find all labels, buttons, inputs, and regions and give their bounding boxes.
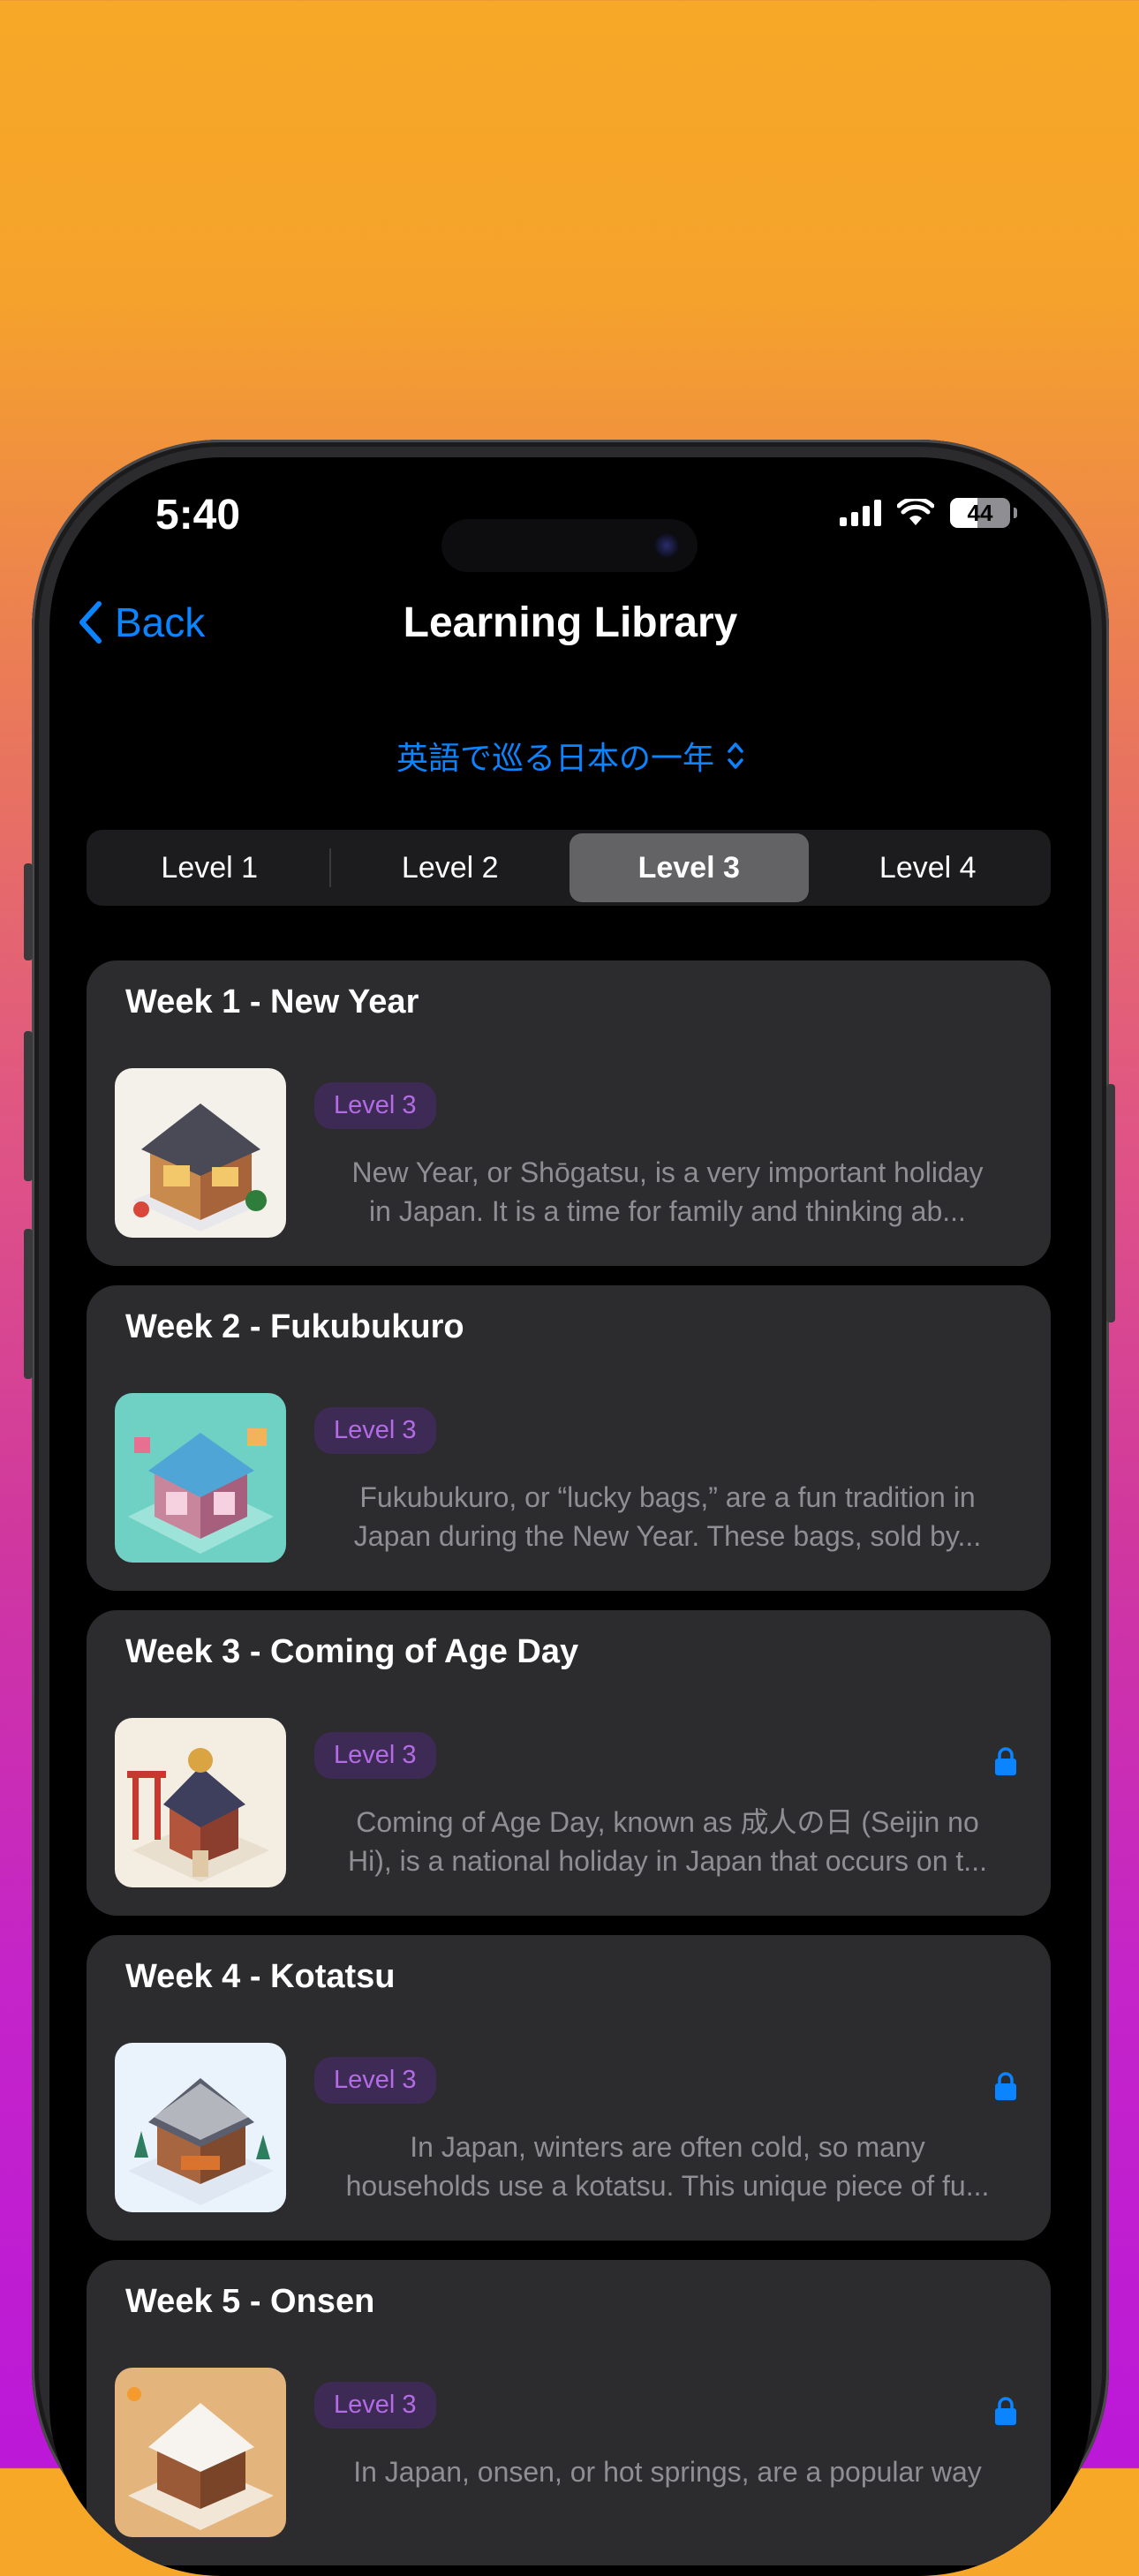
status-time: 5:40: [155, 492, 241, 539]
dynamic-island: [441, 519, 698, 572]
segment-level-3[interactable]: Level 3: [570, 833, 809, 902]
week-description-line: Coming of Age Day, known as 成人の日 (Seijin…: [356, 1806, 979, 1838]
week-description: In Japan, winters are often cold, so man…: [314, 2128, 1021, 2205]
week-description-line: Fukubukuro, or “lucky bags,” are a fun t…: [359, 1481, 976, 1513]
chevron-left-icon: [79, 601, 102, 644]
level-badge: Level 3: [314, 1082, 436, 1129]
week-description: Coming of Age Day, known as 成人の日 (Seijin…: [314, 1803, 1021, 1880]
level-badge: Level 3: [314, 2382, 436, 2429]
week-description: New Year, or Shōgatsu, is a very importa…: [314, 1153, 1021, 1231]
volume-up-button: [24, 1031, 33, 1181]
week-card[interactable]: Week 4 - Kotatsu Level 3 In Japan, winte…: [87, 1935, 1051, 2241]
page-title: Learning Library: [403, 599, 738, 646]
week-title: Week 5 - Onsen: [125, 2283, 375, 2320]
back-button[interactable]: Back: [78, 599, 205, 646]
power-button: [1106, 1084, 1115, 1322]
week-description-line: In Japan, onsen, or hot springs, are a p…: [353, 2456, 982, 2488]
cellular-signal-icon: [840, 500, 881, 526]
week-card[interactable]: Week 1 - New Year Level 3 New Year, or S…: [87, 960, 1051, 1266]
week-title: Week 1 - New Year: [125, 983, 419, 1021]
action-button: [24, 863, 33, 960]
course-picker-label: 英語で巡る日本の一年: [396, 740, 714, 776]
week-description-line: In Japan, winters are often cold, so man…: [410, 2131, 925, 2163]
week-description-line: in Japan. It is a time for family and th…: [369, 1195, 966, 1227]
week-title: Week 3 - Coming of Age Day: [125, 1633, 579, 1670]
battery-icon: 44: [950, 498, 1017, 528]
week-description: In Japan, onsen, or hot springs, are a p…: [314, 2452, 1021, 2491]
week-title: Week 4 - Kotatsu: [125, 1958, 396, 1995]
camera-icon: [653, 532, 680, 559]
wifi-icon: [897, 499, 934, 525]
week-card[interactable]: Week 5 - Onsen Level 3 In Japan, onsen, …: [87, 2260, 1051, 2565]
lock-icon: [995, 2397, 1016, 2425]
level-badge: Level 3: [314, 1407, 436, 1454]
segment-level-2[interactable]: Level 2: [331, 833, 570, 902]
segment-level-4[interactable]: Level 4: [809, 833, 1048, 902]
week-card[interactable]: Week 2 - Fukubukuro Level 3 Fukubukuro, …: [87, 1285, 1051, 1591]
battery-level: 44: [967, 499, 993, 526]
course-picker-row: 英語で巡る日本の一年: [49, 733, 1091, 779]
volume-down-button: [24, 1229, 33, 1379]
week-description-line: Hi), is a national holiday in Japan that…: [348, 1845, 987, 1877]
week-description-line: Japan during the New Year. These bags, s…: [353, 1520, 982, 1552]
shrine-thumbnail: [115, 1718, 286, 1887]
status-icons: 44: [840, 498, 1017, 528]
chevron-up-down-icon: [728, 742, 743, 769]
week-title: Week 2 - Fukubukuro: [125, 1308, 464, 1345]
back-button-label: Back: [115, 599, 206, 645]
new-year-house-thumbnail: [115, 1068, 286, 1238]
fukubukuro-shop-thumbnail: [115, 1393, 286, 1563]
kotatsu-house-thumbnail: [115, 2043, 286, 2212]
week-description-line: New Year, or Shōgatsu, is a very importa…: [351, 1156, 984, 1188]
week-description-line: households use a kotatsu. This unique pi…: [345, 2170, 990, 2202]
lock-icon: [995, 2072, 1016, 2100]
week-card[interactable]: Week 3 - Coming of Age Day Level 3 Comin…: [87, 1610, 1051, 1916]
onsen-thumbnail: [115, 2368, 286, 2537]
level-badge: Level 3: [314, 1732, 436, 1779]
segment-level-1[interactable]: Level 1: [90, 833, 329, 902]
lock-icon: [995, 1747, 1016, 1775]
week-description: Fukubukuro, or “lucky bags,” are a fun t…: [314, 1478, 1021, 1555]
level-badge: Level 3: [314, 2057, 436, 2104]
phone-screen: 5:40 44 Back Learning Library 英語で巡る日本の一年: [49, 457, 1091, 2576]
course-picker[interactable]: 英語で巡る日本の一年: [396, 733, 744, 779]
level-segmented-control: Level 1 Level 2 Level 3 Level 4: [87, 830, 1051, 906]
